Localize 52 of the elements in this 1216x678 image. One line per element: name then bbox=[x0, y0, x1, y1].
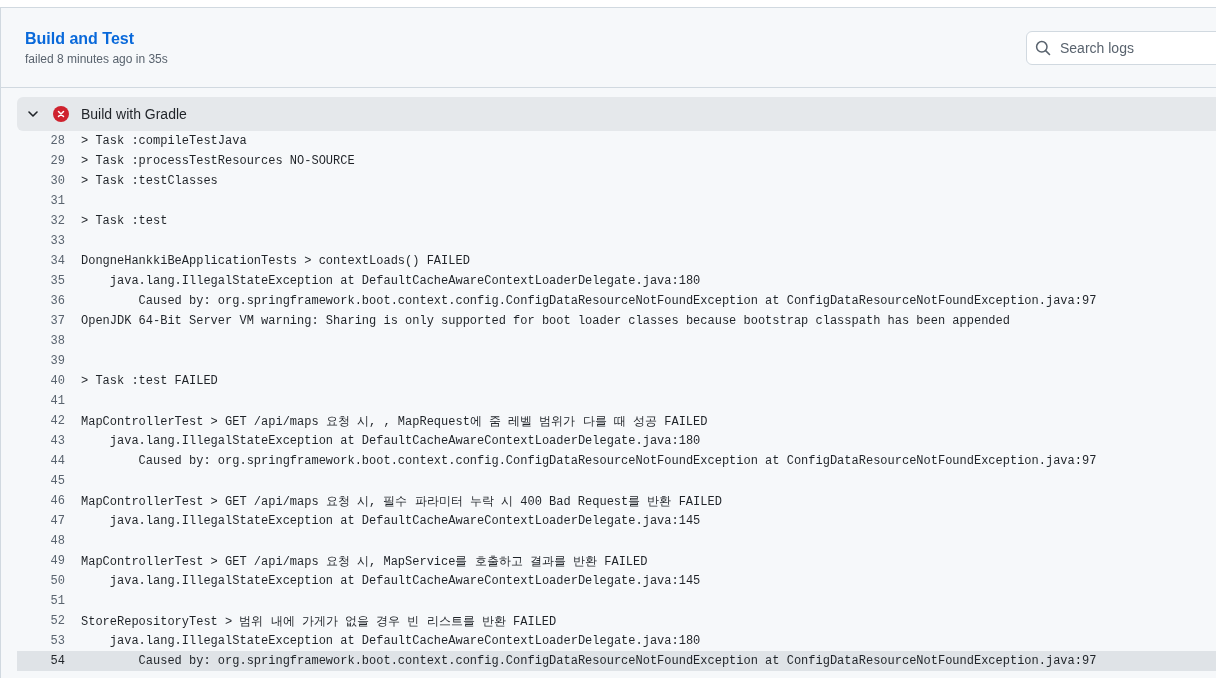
log-text: MapControllerTest > GET /api/maps 요청 시, , MapRequest에 줌 레벨 범위가 다를 때 성공 FAILED bbox=[81, 413, 708, 430]
log-text: DongneHankkiBeApplicationTests > contextLoads() FAILED bbox=[81, 254, 470, 268]
log-text: > Task :compileTestJava bbox=[81, 134, 247, 148]
log-text: java.lang.IllegalStateException at DefaultCacheAwareContextLoaderDelegate.java:180 bbox=[108, 434, 701, 448]
line-number[interactable]: 50 bbox=[17, 574, 65, 588]
job-status-text: failed 8 minutes ago in 35s bbox=[25, 51, 168, 66]
log-text: MapControllerTest > GET /api/maps 요청 시, 필수 파라미터 누락 시 400 Bad Request를 반환 FAILED bbox=[81, 493, 722, 510]
line-number[interactable]: 31 bbox=[17, 194, 65, 208]
line-number[interactable]: 42 bbox=[17, 414, 65, 428]
chevron-icon bbox=[27, 108, 39, 120]
search-icon bbox=[1035, 39, 1051, 56]
log-text: > Task :processTestResources NO-SOURCE bbox=[81, 154, 355, 168]
job-title-link[interactable]: Build and Test bbox=[25, 29, 168, 48]
log-text: > Task :testClasses bbox=[81, 174, 218, 188]
log-text: Caused by: org.springframework.boot.context.config.ConfigDataResourceNotFoundException at ConfigDataResourceNotFoundException.java:97 bbox=[137, 294, 1097, 308]
log-text: MapControllerTest > GET /api/maps 요청 시, MapService를 호출하고 결과를 반환 FAILED bbox=[81, 553, 648, 570]
step-header[interactable]: Build with Gradle bbox=[17, 97, 1216, 131]
log-text: StoreRepositoryTest > 범위 내에 가게가 없을 경우 빈 리스트를 반환 FAILED bbox=[81, 613, 557, 630]
line-number[interactable]: 30 bbox=[17, 174, 65, 188]
line-number[interactable]: 28 bbox=[17, 134, 65, 148]
line-number[interactable]: 33 bbox=[17, 234, 65, 248]
line-number[interactable]: 52 bbox=[17, 614, 65, 628]
line-number[interactable]: 51 bbox=[17, 594, 65, 608]
line-number[interactable]: 36 bbox=[17, 294, 65, 308]
line-number[interactable]: 32 bbox=[17, 214, 65, 228]
line-number[interactable]: 46 bbox=[17, 494, 65, 508]
line-number[interactable]: 45 bbox=[17, 474, 65, 488]
line-number[interactable]: 41 bbox=[17, 394, 65, 408]
log-text: java.lang.IllegalStateException at DefaultCacheAwareContextLoaderDelegate.java:180 bbox=[108, 274, 701, 288]
line-number[interactable]: 40 bbox=[17, 374, 65, 388]
log-text: > Task :test FAILED bbox=[81, 374, 218, 388]
line-number[interactable]: 35 bbox=[17, 274, 65, 288]
line-number[interactable]: 43 bbox=[17, 434, 65, 448]
line-number[interactable]: 53 bbox=[17, 634, 65, 648]
log-text: Caused by: org.springframework.boot.context.config.ConfigDataResourceNotFoundException at ConfigDataResourceNotFoundException.java:97 bbox=[137, 454, 1097, 468]
line-number[interactable]: 48 bbox=[17, 534, 65, 548]
line-number[interactable]: 49 bbox=[17, 554, 65, 568]
line-number[interactable]: 39 bbox=[17, 354, 65, 368]
log-text: java.lang.IllegalStateException at DefaultCacheAwareContextLoaderDelegate.java:180 bbox=[108, 634, 701, 648]
log-text: java.lang.IllegalStateException at DefaultCacheAwareContextLoaderDelegate.java:145 bbox=[108, 514, 701, 528]
line-number[interactable]: 54 bbox=[17, 654, 65, 668]
log-text: > Task :test bbox=[81, 214, 168, 228]
line-number[interactable]: 44 bbox=[17, 454, 65, 468]
line-number[interactable]: 29 bbox=[17, 154, 65, 168]
search-field[interactable]: Search logs bbox=[1026, 30, 1216, 65]
line-number[interactable]: 34 bbox=[17, 254, 65, 268]
line-number[interactable]: 47 bbox=[17, 514, 65, 528]
log-text: java.lang.IllegalStateException at DefaultCacheAwareContextLoaderDelegate.java:145 bbox=[108, 574, 701, 588]
log-text: OpenJDK 64-Bit Server VM warning: Sharing is only supported for boot loader classes because bootstrap classpath has been appended bbox=[81, 314, 1010, 328]
line-number[interactable]: 37 bbox=[17, 314, 65, 328]
line-number[interactable]: 38 bbox=[17, 334, 65, 348]
log-text: Caused by: org.springframework.boot.context.config.ConfigDataResourceNotFoundException at ConfigDataResourceNotFoundException.java:97 bbox=[137, 654, 1097, 668]
